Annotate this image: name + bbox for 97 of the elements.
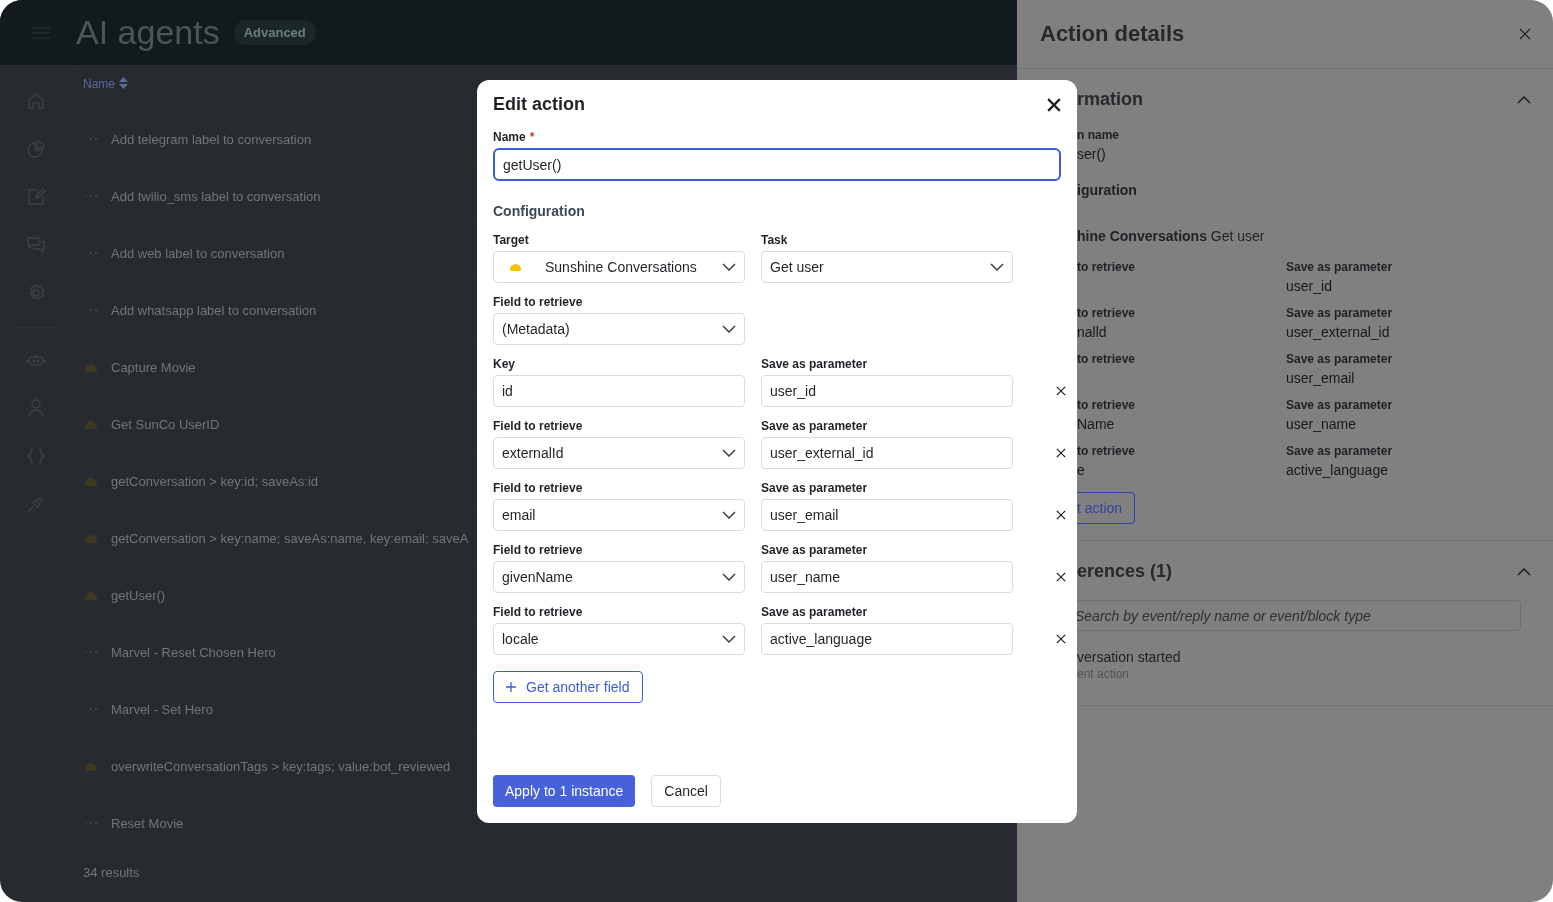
- action-name[interactable]: overwriteConversationTags > key:tags; value:bot_reviewed: [111, 758, 451, 774]
- field-select[interactable]: locale: [493, 623, 745, 655]
- field-label: Key: [493, 357, 516, 371]
- sort-icon[interactable]: [119, 77, 128, 89]
- chevron-up-icon: [1517, 95, 1531, 104]
- field-label: Task: [761, 233, 789, 247]
- field-label: Save as parameter: [1286, 352, 1394, 366]
- action-name[interactable]: getUser(): [111, 587, 166, 603]
- action-name[interactable]: Add telegram label to conversation: [111, 131, 312, 147]
- field-label: to retrieve: [1077, 260, 1137, 274]
- chevron-down-icon: [722, 635, 736, 643]
- field-label: Save as parameter: [1286, 260, 1394, 274]
- action-name[interactable]: getConversation > key:id; saveAs:id: [111, 473, 319, 489]
- action-name[interactable]: getConversation > key:name; saveAs:name, key:email; saveA: [111, 530, 469, 546]
- section-heading: Configuration: [493, 203, 586, 219]
- field-label: Field to retrieve: [493, 481, 584, 495]
- action-name[interactable]: Add whatsapp label to conversation: [111, 302, 317, 318]
- field-value: user_name: [1286, 416, 1358, 432]
- field-label: Field to retrieve: [493, 419, 584, 433]
- field-label: Save as parameter: [1286, 398, 1394, 412]
- page-title: AI agents: [76, 13, 220, 52]
- results-count: 34 results: [83, 864, 141, 880]
- action-name[interactable]: Reset Movie: [111, 815, 184, 831]
- chevron-down-icon: [722, 325, 736, 333]
- action-name[interactable]: Add web label to conversation: [111, 245, 285, 261]
- field-value: active_language: [1286, 462, 1389, 478]
- field-label: Save as parameter: [761, 543, 869, 557]
- field-label: Target: [493, 233, 530, 247]
- key-input[interactable]: id: [493, 375, 745, 407]
- cancel-button[interactable]: Cancel: [651, 775, 721, 807]
- action-name[interactable]: Add twilio_sms label to conversation: [111, 188, 321, 204]
- parameter-input[interactable]: user_external_id: [761, 437, 1013, 469]
- field-select[interactable]: (Metadata): [493, 313, 745, 345]
- field-label: Field to retrieve: [493, 605, 584, 619]
- braces-icon[interactable]: [26, 446, 46, 466]
- field-label: Name: [493, 130, 526, 144]
- add-field-button[interactable]: Get another field: [493, 671, 643, 703]
- column-header[interactable]: Name: [83, 77, 115, 109]
- field-value: nalld: [1077, 324, 1108, 340]
- chevron-down-icon: [722, 511, 736, 519]
- chevron-down-icon: [722, 573, 736, 581]
- close-icon[interactable]: [1047, 97, 1061, 112]
- field-label: to retrieve: [1077, 306, 1137, 320]
- field-label: n name: [1077, 128, 1120, 142]
- field-value: ser(): [1077, 146, 1107, 162]
- field-label: Save as parameter: [1286, 444, 1394, 458]
- parameter-input[interactable]: user_email: [761, 499, 1013, 531]
- section-heading: erences (1): [1077, 561, 1173, 582]
- field-label: Save as parameter: [1286, 306, 1394, 320]
- subsection-heading: iguration: [1077, 182, 1138, 198]
- target-select[interactable]: Sunshine Conversations: [493, 251, 745, 283]
- section-heading: rmation: [1077, 89, 1143, 110]
- remove-icon[interactable]: [1056, 572, 1066, 582]
- field-value: e: [1077, 462, 1086, 478]
- panel-title: Action details: [1040, 21, 1185, 47]
- required-mark: *: [529, 130, 535, 144]
- parameter-input[interactable]: active_language: [761, 623, 1013, 655]
- field-label: Field to retrieve: [493, 295, 584, 309]
- chevron-down-icon: [722, 263, 736, 271]
- field-select[interactable]: externalId: [493, 437, 745, 469]
- field-select[interactable]: email: [493, 499, 745, 531]
- name-input[interactable]: getUser(): [493, 148, 1061, 181]
- field-value: user_email: [1286, 370, 1356, 386]
- remove-icon[interactable]: [1056, 448, 1066, 458]
- remove-icon[interactable]: [1056, 634, 1066, 644]
- chevron-down-icon: [722, 449, 736, 457]
- remove-icon[interactable]: [1056, 386, 1066, 396]
- remove-icon[interactable]: [1056, 510, 1066, 520]
- field-select[interactable]: givenName: [493, 561, 745, 593]
- dialog-title: Edit action: [493, 94, 585, 115]
- field-value: user_id: [1286, 278, 1333, 294]
- field-label: Save as parameter: [761, 357, 869, 371]
- field-label: to retrieve: [1077, 398, 1137, 412]
- person-icon[interactable]: [26, 398, 46, 418]
- field-label: Save as parameter: [761, 481, 869, 495]
- plus-icon: [506, 682, 516, 692]
- field-label: Save as parameter: [761, 419, 869, 433]
- field-label: to retrieve: [1077, 352, 1137, 366]
- task-select[interactable]: Get user: [761, 251, 1013, 283]
- field-value: Name: [1077, 416, 1116, 432]
- apply-button[interactable]: Apply to 1 instance: [493, 775, 636, 807]
- action-name[interactable]: Marvel - Reset Chosen Hero: [111, 644, 276, 660]
- field-label: to retrieve: [1077, 444, 1137, 458]
- reference-title[interactable]: versation started: [1077, 649, 1531, 665]
- parameter-input[interactable]: user_name: [761, 561, 1013, 593]
- action-name[interactable]: Capture Movie: [111, 359, 196, 375]
- field-label: Field to retrieve: [493, 543, 584, 557]
- action-name[interactable]: Marvel - Set Hero: [111, 701, 213, 717]
- target-summary: hine Conversations Get user: [1077, 228, 1266, 244]
- action-name[interactable]: Get SunCo UserID: [111, 416, 220, 432]
- parameter-input[interactable]: user_id: [761, 375, 1013, 407]
- chevron-down-icon: [990, 263, 1004, 271]
- plan-badge: Advanced: [233, 20, 316, 45]
- target-logo-icon: [510, 263, 521, 271]
- field-label: Save as parameter: [761, 605, 869, 619]
- field-value: user_external_id: [1286, 324, 1391, 340]
- chevron-up-icon: [1517, 567, 1531, 576]
